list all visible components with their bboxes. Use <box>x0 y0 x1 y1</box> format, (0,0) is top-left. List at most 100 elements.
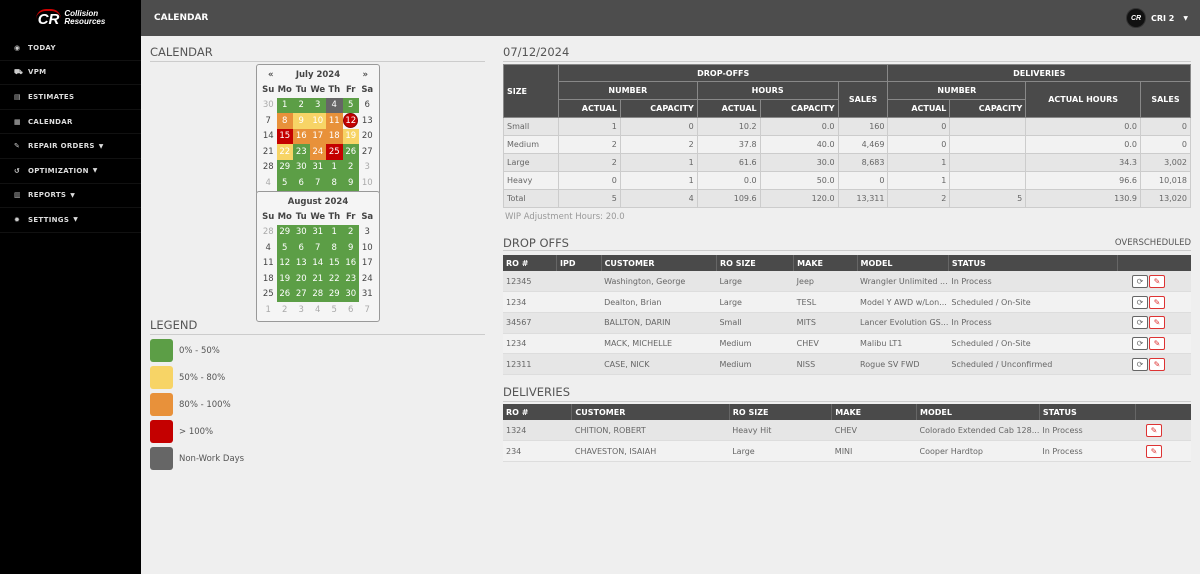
column-header[interactable]: CUSTOMER <box>600 255 717 271</box>
sidebar-item-reports[interactable]: ▥ REPORTS ▼ <box>0 184 141 209</box>
column-header[interactable]: RO SIZE <box>715 255 794 271</box>
calendar-day[interactable]: 2 <box>342 224 359 240</box>
column-header[interactable]: IPD <box>556 255 602 271</box>
calendar-day[interactable]: 24 <box>309 144 326 160</box>
calendar-day[interactable]: 19 <box>276 271 293 287</box>
calendar-day-selected[interactable]: 12 <box>343 113 360 129</box>
refresh-button[interactable]: ⟳ <box>1132 336 1148 350</box>
table-row[interactable]: 234 CHAVESTON, ISAIAH Large MINI Cooper Hard… <box>503 440 1191 462</box>
calendar-day[interactable]: 31 <box>359 287 376 303</box>
calendar-day[interactable]: 27 <box>293 286 310 302</box>
calendar-day[interactable]: 6 <box>293 240 310 256</box>
calendar-day[interactable]: 8 <box>326 240 343 256</box>
calendar-day[interactable]: 23 <box>342 271 359 287</box>
calendar-day[interactable]: 30 <box>342 286 359 302</box>
calendar-day[interactable]: 17 <box>309 128 326 144</box>
calendar-day[interactable]: 10 <box>359 175 376 191</box>
calendar-day[interactable]: 7 <box>309 240 326 256</box>
calendar-day[interactable]: 22 <box>276 144 293 160</box>
edit-button[interactable]: ✎ <box>1149 274 1165 288</box>
calendar-day[interactable]: 6 <box>343 302 360 318</box>
calendar-day[interactable]: 30 <box>260 98 277 114</box>
calendar-day[interactable]: 30 <box>293 224 310 240</box>
calendar-day[interactable]: 15 <box>326 255 343 271</box>
calendar-day[interactable]: 4 <box>326 97 343 113</box>
table-row[interactable]: 12311 CASE, NICK Medium NISS Rogue SV FWD Sch… <box>503 353 1191 375</box>
column-header[interactable]: RO # <box>503 255 557 271</box>
calendar-day[interactable]: 3 <box>359 160 376 176</box>
column-header[interactable]: RO # <box>503 404 572 420</box>
column-header[interactable]: MAKE <box>831 404 917 420</box>
calendar-day[interactable]: 25 <box>260 287 277 303</box>
refresh-button[interactable]: ⟳ <box>1132 316 1148 330</box>
calendar-day[interactable]: 6 <box>359 98 376 114</box>
calendar-day[interactable]: 30 <box>293 159 310 175</box>
refresh-button[interactable]: ⟳ <box>1132 274 1148 288</box>
calendar-day[interactable]: 18 <box>326 128 343 144</box>
calendar-day[interactable]: 4 <box>260 240 277 256</box>
calendar-day[interactable]: 27 <box>359 144 376 160</box>
calendar-day[interactable]: 20 <box>293 271 310 287</box>
edit-button[interactable]: ✎ <box>1146 423 1162 437</box>
calendar-day[interactable]: 8 <box>326 175 343 191</box>
calendar-day[interactable]: 7 <box>260 113 277 129</box>
calendar-day[interactable]: 7 <box>309 175 326 191</box>
calendar-day[interactable]: 17 <box>359 256 376 272</box>
calendar-day[interactable]: 3 <box>359 225 376 241</box>
edit-button[interactable]: ✎ <box>1149 336 1165 350</box>
calendar-day[interactable]: 16 <box>342 255 359 271</box>
column-header[interactable]: CUSTOMER <box>571 404 730 420</box>
calendar-day[interactable]: 26 <box>342 144 359 160</box>
sidebar-item-today[interactable]: ◉ TODAY <box>0 36 141 61</box>
column-header[interactable]: STATUS <box>1038 404 1136 420</box>
edit-button[interactable]: ✎ <box>1149 357 1165 371</box>
edit-button[interactable]: ✎ <box>1149 316 1165 330</box>
calendar-day[interactable]: 19 <box>342 128 359 144</box>
prev-month-button[interactable]: « <box>268 70 274 80</box>
calendar-day[interactable]: 12 <box>276 255 293 271</box>
calendar-day[interactable]: 28 <box>260 225 277 241</box>
refresh-button[interactable]: ⟳ <box>1132 295 1148 309</box>
calendar-day[interactable]: 9 <box>342 175 359 191</box>
column-header[interactable] <box>1134 404 1191 420</box>
calendar-day[interactable]: 11 <box>260 256 277 272</box>
column-header[interactable]: RO SIZE <box>728 404 832 420</box>
column-header[interactable] <box>1116 255 1191 271</box>
column-header[interactable]: MODEL <box>856 255 949 271</box>
calendar-day[interactable]: 10 <box>309 113 326 129</box>
next-month-button[interactable]: » <box>362 70 368 80</box>
calendar-day[interactable]: 28 <box>309 286 326 302</box>
calendar-day[interactable]: 8 <box>276 113 293 129</box>
calendar-day[interactable]: 25 <box>326 144 343 160</box>
column-header[interactable]: STATUS <box>947 255 1118 271</box>
calendar-day[interactable]: 18 <box>260 271 277 287</box>
calendar-day[interactable]: 5 <box>342 97 359 113</box>
calendar-day[interactable]: 7 <box>359 302 376 318</box>
sidebar-item-vpm[interactable]: ⛟ VPM <box>0 61 141 86</box>
calendar-day[interactable]: 6 <box>293 175 310 191</box>
edit-button[interactable]: ✎ <box>1146 444 1162 458</box>
sidebar-item-settings[interactable]: ✹ SETTINGS ▼ <box>0 208 141 233</box>
calendar-day[interactable]: 26 <box>276 286 293 302</box>
calendar-day[interactable]: 29 <box>276 159 293 175</box>
calendar-day[interactable]: 10 <box>359 240 376 256</box>
column-header[interactable]: MAKE <box>793 255 858 271</box>
calendar-day[interactable]: 14 <box>309 255 326 271</box>
calendar-day[interactable]: 1 <box>326 224 343 240</box>
table-row[interactable]: 1234 Dealton, Brian Large TESL Model Y AWD w… <box>503 291 1191 313</box>
table-row[interactable]: 1234 MACK, MICHELLE Medium CHEV Malibu LT1 Sc… <box>503 333 1191 355</box>
calendar-day[interactable]: 4 <box>260 175 277 191</box>
calendar-day[interactable]: 1 <box>326 159 343 175</box>
calendar-day[interactable]: 5 <box>276 240 293 256</box>
sidebar-item-optimization[interactable]: ↺ OPTIMIZATION ▼ <box>0 159 141 184</box>
calendar-day[interactable]: 3 <box>293 302 310 318</box>
calendar-day[interactable]: 2 <box>293 97 310 113</box>
calendar-day[interactable]: 29 <box>276 224 293 240</box>
table-row[interactable]: 12345 Washington, George Large Jeep Wrangler… <box>503 271 1191 293</box>
calendar-day[interactable]: 15 <box>276 128 293 144</box>
calendar-day[interactable]: 5 <box>276 175 293 191</box>
calendar-day[interactable]: 9 <box>342 240 359 256</box>
calendar-day[interactable]: 3 <box>309 97 326 113</box>
calendar-day[interactable]: 1 <box>276 97 293 113</box>
calendar-day[interactable]: 29 <box>326 286 343 302</box>
